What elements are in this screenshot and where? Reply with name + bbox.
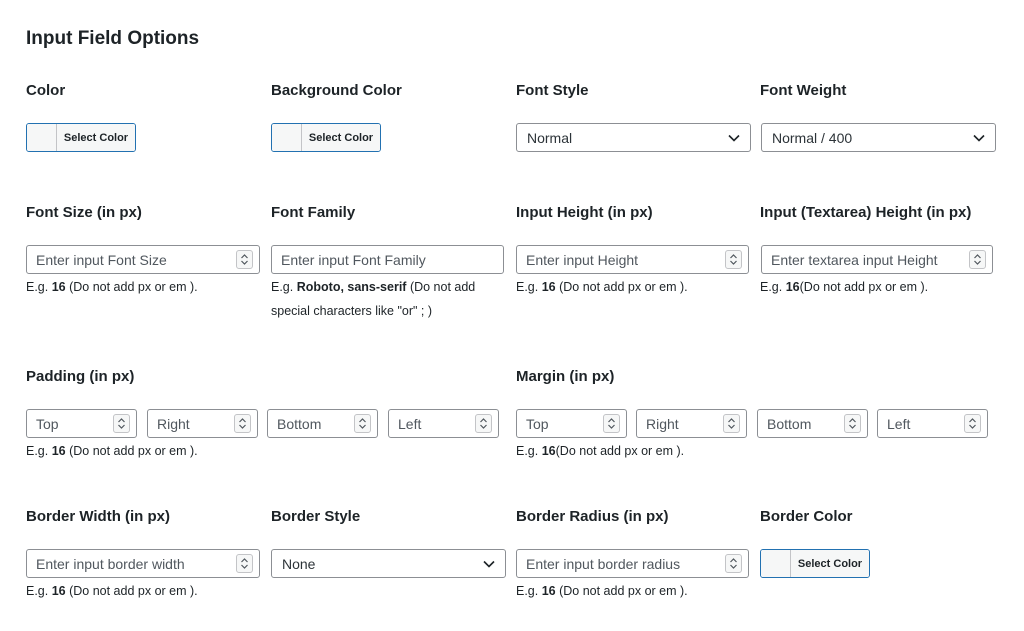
spinner-icon[interactable] xyxy=(844,414,861,433)
border-width-input[interactable]: Enter input border width xyxy=(26,549,260,578)
padding-bottom-input[interactable]: Bottom xyxy=(267,409,378,438)
color-swatch xyxy=(27,124,57,151)
font-size-input[interactable]: Enter input Font Size xyxy=(26,245,260,274)
spinner-icon[interactable] xyxy=(603,414,620,433)
input-height-label: Input Height (in px) xyxy=(516,204,653,221)
spinner-icon[interactable] xyxy=(113,414,130,433)
padding-left-input[interactable]: Left xyxy=(388,409,499,438)
padding-right-input[interactable]: Right xyxy=(147,409,258,438)
spinner-icon[interactable] xyxy=(234,414,251,433)
font-weight-value: Normal / 400 xyxy=(772,129,853,146)
input-height-input[interactable]: Enter input Height xyxy=(516,245,749,274)
font-size-hint: E.g. 16 (Do not add px or em ). xyxy=(26,280,198,294)
border-style-select[interactable]: None xyxy=(271,549,506,578)
border-radius-input[interactable]: Enter input border radius xyxy=(516,549,749,578)
font-family-hint: E.g. Roboto, sans-serif (Do not add xyxy=(271,280,476,294)
background-color-label: Background Color xyxy=(271,82,402,99)
input-height-hint: E.g. 16 (Do not add px or em ). xyxy=(516,280,688,294)
border-style-value: None xyxy=(282,555,316,572)
padding-right-placeholder: Right xyxy=(157,415,190,432)
spinner-icon[interactable] xyxy=(969,250,986,269)
margin-bottom-placeholder: Bottom xyxy=(767,415,812,432)
background-color-swatch xyxy=(272,124,302,151)
chevron-down-icon xyxy=(728,134,740,142)
spinner-icon[interactable] xyxy=(475,414,492,433)
padding-bottom-placeholder: Bottom xyxy=(277,415,322,432)
margin-top-input[interactable]: Top xyxy=(516,409,627,438)
padding-label: Padding (in px) xyxy=(26,368,135,385)
font-family-input[interactable]: Enter input Font Family xyxy=(271,245,504,274)
padding-top-placeholder: Top xyxy=(36,415,59,432)
color-label: Color xyxy=(26,82,66,99)
margin-label: Margin (in px) xyxy=(516,368,615,385)
border-width-placeholder: Enter input border width xyxy=(36,555,185,572)
textarea-height-label: Input (Textarea) Height (in px) xyxy=(760,204,972,221)
padding-top-input[interactable]: Top xyxy=(26,409,137,438)
font-weight-select[interactable]: Normal / 400 xyxy=(761,123,996,152)
font-family-label: Font Family xyxy=(271,204,356,221)
border-width-hint: E.g. 16 (Do not add px or em ). xyxy=(26,584,198,598)
textarea-height-placeholder: Enter textarea input Height xyxy=(771,251,938,268)
font-size-label: Font Size (in px) xyxy=(26,204,142,221)
input-height-placeholder: Enter input Height xyxy=(526,251,639,268)
section-title: Input Field Options xyxy=(26,28,200,49)
spinner-icon[interactable] xyxy=(236,554,253,573)
border-radius-placeholder: Enter input border radius xyxy=(526,555,681,572)
border-color-picker-label: Select Color xyxy=(791,550,869,577)
font-style-label: Font Style xyxy=(516,82,589,99)
border-color-swatch xyxy=(761,550,791,577)
border-radius-label: Border Radius (in px) xyxy=(516,508,669,525)
font-style-select[interactable]: Normal xyxy=(516,123,751,152)
spinner-icon[interactable] xyxy=(725,250,742,269)
margin-top-placeholder: Top xyxy=(526,415,549,432)
color-picker-button[interactable]: Select Color xyxy=(26,123,136,152)
border-color-label: Border Color xyxy=(760,508,853,525)
chevron-down-icon xyxy=(973,134,985,142)
margin-right-placeholder: Right xyxy=(646,415,679,432)
border-color-picker-button[interactable]: Select Color xyxy=(760,549,870,578)
font-style-value: Normal xyxy=(527,129,573,146)
spinner-icon[interactable] xyxy=(354,414,371,433)
textarea-height-hint: E.g. 16(Do not add px or em ). xyxy=(760,280,929,294)
margin-right-input[interactable]: Right xyxy=(636,409,747,438)
margin-hint: E.g. 16(Do not add px or em ). xyxy=(516,444,685,458)
background-color-picker-button[interactable]: Select Color xyxy=(271,123,381,152)
font-family-hint-line2: special characters like "or" ; ) xyxy=(271,304,433,318)
spinner-icon[interactable] xyxy=(236,250,253,269)
border-width-label: Border Width (in px) xyxy=(26,508,171,525)
font-weight-label: Font Weight xyxy=(760,82,847,99)
spinner-icon[interactable] xyxy=(964,414,981,433)
spinner-icon[interactable] xyxy=(725,554,742,573)
padding-left-placeholder: Left xyxy=(398,415,422,432)
spinner-icon[interactable] xyxy=(723,414,740,433)
padding-hint: E.g. 16 (Do not add px or em ). xyxy=(26,444,198,458)
font-family-placeholder: Enter input Font Family xyxy=(281,251,426,268)
border-radius-hint: E.g. 16 (Do not add px or em ). xyxy=(516,584,688,598)
color-picker-label: Select Color xyxy=(57,124,135,151)
margin-left-input[interactable]: Left xyxy=(877,409,988,438)
background-color-picker-label: Select Color xyxy=(302,124,380,151)
font-size-placeholder: Enter input Font Size xyxy=(36,251,167,268)
textarea-height-input[interactable]: Enter textarea input Height xyxy=(761,245,993,274)
margin-left-placeholder: Left xyxy=(887,415,911,432)
border-style-label: Border Style xyxy=(271,508,361,525)
margin-bottom-input[interactable]: Bottom xyxy=(757,409,868,438)
chevron-down-icon xyxy=(483,560,495,568)
